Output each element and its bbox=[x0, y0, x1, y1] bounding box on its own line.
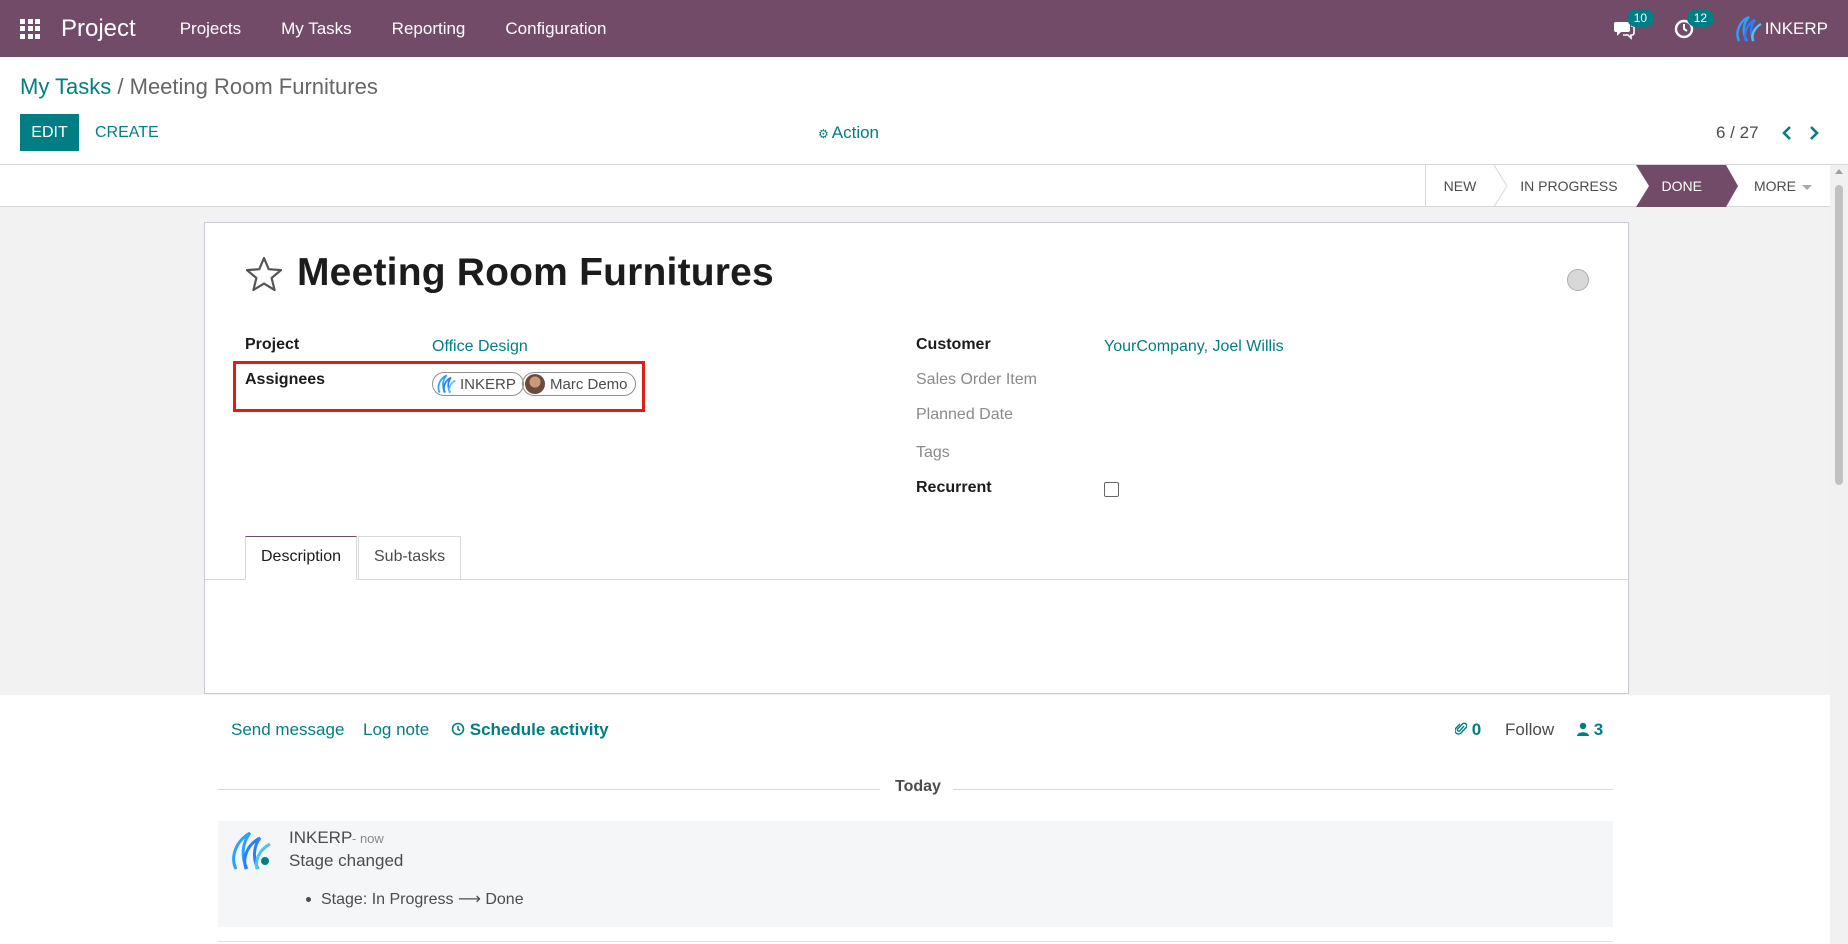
chatter-message: INKERP - now Stage changed Stage: In Pro… bbox=[218, 821, 1613, 927]
recurrent-checkbox[interactable] bbox=[1104, 482, 1119, 497]
messages-count-badge: 10 bbox=[1626, 8, 1655, 27]
message-time: - now bbox=[352, 831, 384, 846]
schedule-activity-button[interactable]: Schedule activity bbox=[451, 720, 609, 740]
customer-label: Customer bbox=[916, 336, 991, 353]
followers-count: 3 bbox=[1593, 720, 1604, 739]
page-scrollbar[interactable] bbox=[1830, 165, 1848, 944]
caret-down-icon bbox=[1802, 184, 1812, 190]
action-dropdown[interactable]: ⚙ Action bbox=[818, 114, 879, 151]
project-label: Project bbox=[245, 336, 300, 353]
nav-item-my-tasks[interactable]: My Tasks bbox=[261, 19, 372, 39]
breadcrumb-current: Meeting Room Furnitures bbox=[129, 74, 378, 99]
user-icon bbox=[1577, 722, 1589, 736]
pager-value[interactable]: 6 / 27 bbox=[1716, 114, 1759, 151]
inkerp-logo-icon bbox=[437, 374, 456, 394]
edit-button[interactable]: EDIT bbox=[20, 114, 79, 151]
schedule-activity-label: Schedule activity bbox=[469, 720, 609, 739]
date-separator: Today bbox=[895, 778, 941, 795]
stage-in-progress[interactable]: IN PROGRESS bbox=[1494, 165, 1635, 207]
status-bar: NEW IN PROGRESS DONE MORE bbox=[0, 165, 1830, 207]
message-author[interactable]: INKERP bbox=[289, 828, 352, 848]
top-navbar: Project Projects My Tasks Reporting Conf… bbox=[0, 0, 1848, 57]
nav-item-configuration[interactable]: Configuration bbox=[485, 19, 626, 39]
date-divider-right bbox=[953, 789, 1613, 790]
stage-arrow-icon bbox=[1726, 165, 1738, 207]
stage-selector: NEW IN PROGRESS DONE MORE bbox=[1424, 165, 1830, 207]
scrollbar-thumb[interactable] bbox=[1835, 185, 1843, 485]
stage-separator-icon bbox=[1635, 165, 1649, 207]
message-bottom-divider bbox=[218, 941, 1613, 942]
tags-label: Tags bbox=[916, 444, 950, 461]
create-button[interactable]: CREATE bbox=[95, 114, 159, 151]
assignee-tag-marc-demo[interactable]: Marc Demo bbox=[522, 372, 636, 396]
notebook-tabs: Description Sub-tasks bbox=[205, 536, 1628, 580]
stage-done-label: DONE bbox=[1661, 178, 1702, 194]
clock-icon bbox=[451, 722, 465, 736]
chevron-left-icon bbox=[1782, 125, 1791, 140]
control-panel: My Tasks / Meeting Room Furnitures EDIT … bbox=[0, 57, 1848, 165]
online-status-dot bbox=[259, 855, 271, 867]
stage-new[interactable]: NEW bbox=[1424, 165, 1495, 207]
log-note-button[interactable]: Log note bbox=[363, 720, 429, 740]
stage-more-label: MORE bbox=[1754, 178, 1796, 194]
apps-grid-icon[interactable] bbox=[20, 18, 42, 40]
send-message-button[interactable]: Send message bbox=[231, 720, 344, 740]
favorite-star-icon[interactable] bbox=[244, 255, 284, 293]
assignee-name: Marc Demo bbox=[550, 375, 628, 393]
pager-previous-button[interactable] bbox=[1776, 114, 1798, 151]
tab-sub-tasks[interactable]: Sub-tasks bbox=[358, 536, 462, 580]
followers-button[interactable]: 3 bbox=[1577, 720, 1603, 740]
message-body: Stage changed bbox=[289, 851, 404, 870]
tab-description[interactable]: Description bbox=[245, 536, 358, 580]
date-divider-left bbox=[218, 789, 880, 790]
stage-done[interactable]: DONE bbox=[1635, 165, 1738, 207]
paperclip-icon bbox=[1454, 722, 1468, 735]
attachments-button[interactable]: 0 bbox=[1454, 720, 1482, 740]
assignees-label: Assignees bbox=[245, 371, 326, 388]
planned-date-label: Planned Date bbox=[916, 406, 1013, 423]
stage-separator-icon bbox=[1494, 165, 1508, 207]
project-link[interactable]: Office Design bbox=[432, 338, 528, 356]
message-tracking-value: Stage: In Progress ⟶ Done bbox=[306, 891, 524, 908]
task-title: Meeting Room Furnitures bbox=[297, 251, 774, 294]
action-label: Action bbox=[831, 123, 880, 142]
breadcrumb-my-tasks-link[interactable]: My Tasks bbox=[20, 74, 111, 99]
pager-next-button[interactable] bbox=[1803, 114, 1825, 151]
follow-button[interactable]: Follow bbox=[1505, 720, 1554, 740]
activities-count-badge: 12 bbox=[1686, 8, 1715, 27]
sales-order-item-label: Sales Order Item bbox=[916, 371, 1037, 388]
breadcrumb-separator: / bbox=[111, 74, 130, 99]
activities-clock-icon[interactable]: 12 bbox=[1673, 8, 1715, 40]
inkerp-logo-icon bbox=[1735, 15, 1762, 42]
avatar bbox=[525, 374, 545, 394]
nav-item-reporting[interactable]: Reporting bbox=[372, 19, 486, 39]
stage-in-progress-label: IN PROGRESS bbox=[1520, 178, 1618, 194]
scroll-up-arrow-icon[interactable] bbox=[1835, 169, 1843, 174]
stage-more-dropdown[interactable]: MORE bbox=[1726, 165, 1830, 207]
chevron-right-icon bbox=[1810, 125, 1819, 140]
user-name: INKERP bbox=[1764, 18, 1828, 38]
customer-link[interactable]: YourCompany, Joel Willis bbox=[1104, 338, 1284, 356]
assignee-name: INKERP bbox=[460, 375, 516, 393]
breadcrumb: My Tasks / Meeting Room Furnitures bbox=[20, 74, 378, 100]
nav-item-projects[interactable]: Projects bbox=[160, 19, 261, 39]
gear-icon: ⚙ bbox=[818, 127, 829, 141]
messages-icon[interactable]: 10 bbox=[1613, 8, 1655, 40]
app-brand[interactable]: Project bbox=[61, 15, 136, 43]
recurrent-label: Recurrent bbox=[916, 479, 992, 496]
task-form-sheet: Meeting Room Furnitures Project Office D… bbox=[204, 222, 1629, 694]
user-menu[interactable]: INKERP bbox=[1733, 15, 1828, 43]
chatter-toolbar: Send message Log note Schedule activity … bbox=[0, 720, 1848, 750]
stage-new-label: NEW bbox=[1443, 178, 1477, 194]
attachments-count: 0 bbox=[1471, 720, 1482, 739]
assignee-tag-inkerp[interactable]: INKERP bbox=[432, 372, 524, 396]
kanban-state-circle[interactable] bbox=[1567, 269, 1589, 291]
